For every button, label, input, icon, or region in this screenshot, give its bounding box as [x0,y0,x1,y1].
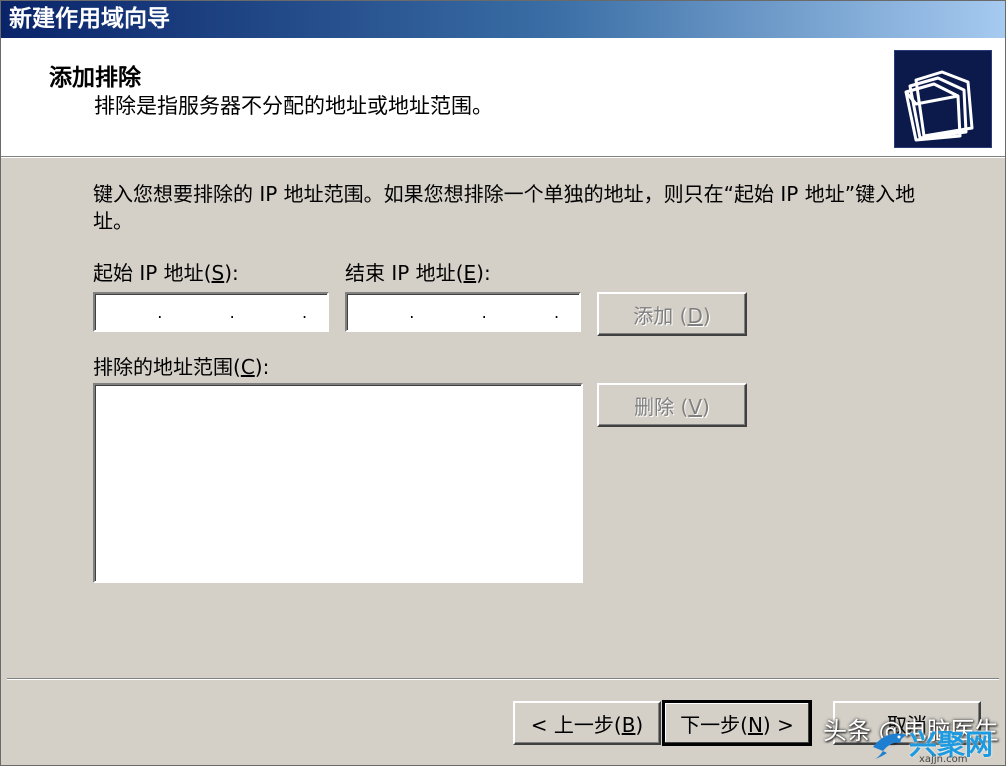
add-button[interactable]: 添加 (D) [597,292,747,336]
end-ip-label: 结束 IP 地址(E): [345,261,491,285]
start-ip-input[interactable]: . . . [93,292,329,332]
start-ip-value: . . . [103,303,321,322]
back-button-label: < 上一步 [530,712,614,737]
excluded-list-label: 排除的地址范围(C): [93,355,270,379]
remove-button-label: 删除 [634,394,675,419]
end-ip-label-text: 结束 IP 地址 [345,261,456,285]
folders-icon [894,50,992,148]
end-ip-value: . . . [355,303,573,322]
end-ip-input[interactable]: . . . [345,292,581,332]
next-button-mnemonic: N [747,712,763,737]
excluded-list-label-suffix: ): [254,355,270,379]
excluded-list-mnemonic: C [240,355,255,379]
window-title: 新建作用域向导 [9,6,170,32]
back-button[interactable]: < 上一步(B) [513,701,661,745]
footer-separator [7,678,999,680]
wizard-header: 添加排除 排除是指服务器不分配的地址或地址范围。 [1,38,1005,157]
excluded-list-label-text: 排除的地址范围 [93,355,233,379]
start-ip-label-text: 起始 IP 地址 [93,261,204,285]
remove-button-mnemonic: V [688,394,703,419]
start-ip-mnemonic: S [211,261,225,285]
start-ip-label: 起始 IP 地址(S): [93,261,239,285]
add-button-label: 添加 [633,303,674,328]
next-button-label: 下一步 [680,712,741,737]
watermark-url: xajjn.com [919,754,968,765]
excluded-ranges-list[interactable] [93,383,583,583]
remove-button[interactable]: 删除 (V) [597,383,747,427]
title-bar[interactable]: 新建作用域向导 [1,1,1005,38]
wizard-dialog: 新建作用域向导 添加排除 排除是指服务器不分配的地址或地址范围。 键入您想要排除… [0,0,1006,766]
back-button-mnemonic: B [621,712,636,737]
add-button-mnemonic: D [687,303,703,328]
end-ip-mnemonic: E [463,261,477,285]
instruction-text: 键入您想要排除的 IP 地址范围。如果您想排除一个单独的地址，则只在“起始 IP… [93,182,916,233]
start-ip-label-suffix: ): [224,261,239,285]
next-button[interactable]: 下一步(N) > [662,700,812,746]
end-ip-label-suffix: ): [476,261,491,285]
page-title: 添加排除 [49,65,141,91]
page-subtitle: 排除是指服务器不分配的地址或地址范围。 [94,94,493,118]
next-button-suffix: ) > [762,712,794,737]
shark-logo-icon [873,733,907,759]
